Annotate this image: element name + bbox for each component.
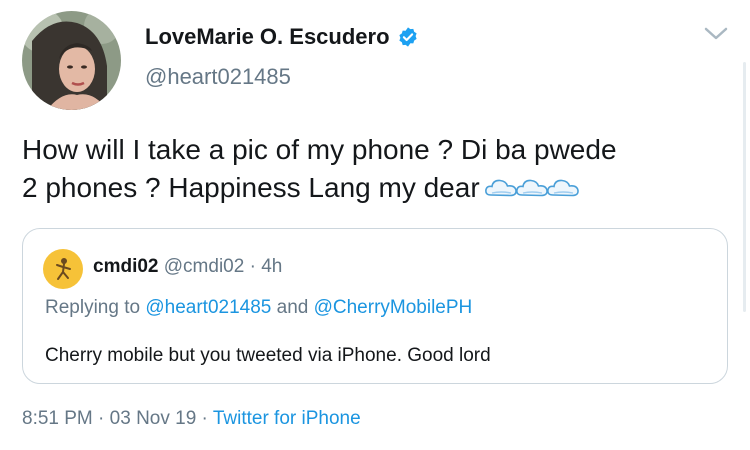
quoted-tweet-card[interactable]: cmdi02 @cmdi02 · 4h Replying to @heart02… — [22, 228, 728, 384]
cloud-icon — [484, 171, 518, 197]
reply-user-link[interactable]: @heart021485 — [145, 297, 271, 318]
cloud-icon — [546, 171, 580, 197]
replying-to: Replying to @heart021485 and @CherryMobi… — [45, 297, 472, 319]
replying-to-and: and — [271, 297, 314, 318]
tweet-time[interactable]: 8:51 PM — [22, 408, 93, 429]
tweet-text-line-2: 2 phones ? Happiness Lang my dear — [22, 169, 722, 207]
meta-separator: · — [92, 408, 110, 429]
author-avatar[interactable] — [22, 11, 121, 110]
quoted-age: 4h — [261, 256, 283, 277]
verified-badge-icon — [397, 26, 419, 48]
quoted-header: cmdi02 @cmdi02 · 4h — [93, 256, 282, 278]
author-handle[interactable]: @heart021485 — [145, 64, 291, 90]
quoted-text: Cherry mobile but you tweeted via iPhone… — [45, 345, 491, 366]
author-name[interactable]: LoveMarie O. Escudero — [145, 24, 419, 50]
scrollbar[interactable] — [743, 62, 746, 312]
tweet-source-link[interactable]: Twitter for iPhone — [213, 408, 361, 429]
tweet-text-line-2-text: 2 phones ? Happiness Lang my dear — [22, 172, 480, 203]
meta-separator: · — [196, 408, 213, 429]
tweet-meta: 8:51 PM · 03 Nov 19 · Twitter for iPhone — [22, 408, 361, 430]
replying-to-prefix: Replying to — [45, 297, 146, 318]
quoted-separator: · — [244, 256, 262, 277]
tweet-date[interactable]: 03 Nov 19 — [110, 408, 197, 429]
tweet-text: How will I take a pic of my phone ? Di b… — [22, 131, 722, 207]
quoted-handle[interactable]: @cmdi02 — [164, 256, 245, 277]
cloud-icon — [515, 171, 549, 197]
reply-user-link[interactable]: @CherryMobilePH — [314, 297, 473, 318]
quoted-avatar[interactable] — [43, 249, 83, 289]
quoted-name[interactable]: cmdi02 — [93, 256, 158, 277]
chevron-down-icon[interactable] — [703, 26, 729, 42]
tweet-text-line-1: How will I take a pic of my phone ? Di b… — [22, 134, 617, 165]
author-name-text[interactable]: LoveMarie O. Escudero — [145, 24, 390, 50]
